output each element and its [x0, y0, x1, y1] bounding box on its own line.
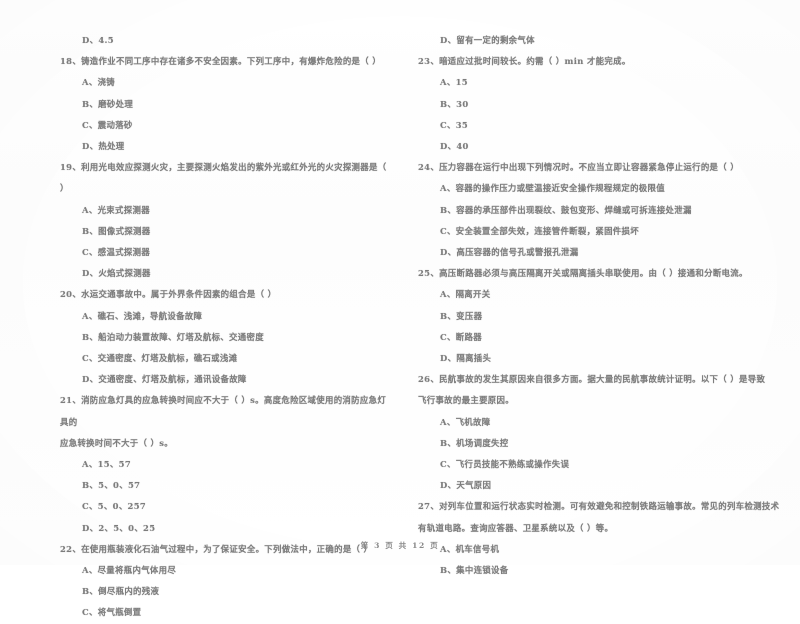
answer-option: A、礁石、浅滩，导航设备故障 — [82, 310, 203, 321]
answer-option: C、5、0、257 — [82, 501, 147, 512]
answer-option: D、留有一定的剩余气体 — [440, 35, 535, 45]
answer-option: B、变压器 — [440, 310, 483, 321]
left-column: D、4.5 18、铸造作业不同工序中存在诸多不安全因素。下列工序中，有爆炸危险的是… — [0, 0, 400, 617]
right-column: D、留有一定的剩余气体 23、暗适应过批时间较长。约需（ ）min 才能完成。 A、… — [400, 0, 800, 575]
answer-option: A、隔离开关 — [440, 289, 491, 300]
answer-option: B、5、0、57 — [82, 480, 141, 491]
answer-option: B、图像式探测器 — [82, 225, 151, 236]
answer-option: C、35 — [440, 119, 469, 130]
answer-option: C、感温式探测器 — [82, 247, 151, 258]
answer-option: C、将气瓶倒置 — [82, 607, 142, 618]
answer-option: B、倒尽瓶内的残液 — [82, 586, 160, 597]
answer-option: A、浇铸 — [82, 77, 116, 88]
question-stem: 21、消防应急灯具的应急转换时间应不大于（ ）s。高度危险区域使用的消防应急灯具… — [60, 395, 387, 427]
question-stem: 19、利用光电效应探测火灾，主要探测火焰发出的紫外光或红外光的火灾探测器是（ ） — [60, 162, 387, 194]
question-stem: 26、民航事故的发生其原因来自很多方面。据大量的民航事故统计证明。以下（ ）是导… — [418, 374, 766, 385]
two-column-body: D、4.5 18、铸造作业不同工序中存在诸多不安全因素。下列工序中，有爆炸危险的是… — [0, 0, 800, 617]
answer-option: D、热处理 — [82, 141, 125, 152]
page-canvas: D、4.5 18、铸造作业不同工序中存在诸多不安全因素。下列工序中，有爆炸危险的是… — [0, 0, 800, 617]
page-footer: 第 3 页 共 12 页 — [360, 541, 440, 550]
question-stem: 20、水运交通事故中。属于外界条件因素的组合是（ ） — [60, 289, 277, 300]
answer-option: A、光束式探测器 — [82, 204, 150, 215]
answer-option: C、安全装置全部失效，连接管件断裂，紧固件损坏 — [440, 225, 639, 236]
question-stem: 23、暗适应过批时间较长。约需（ ）min 才能完成。 — [418, 56, 631, 67]
question-stem-continuation: 有轨道电路。查询应答器、卫星系统以及（ ）等。 — [418, 522, 614, 533]
answer-option: B、30 — [440, 98, 469, 109]
answer-option: D、2、5、0、25 — [82, 522, 156, 533]
question-stem: 18、铸造作业不同工序中存在诸多不安全因素。下列工序中，有爆炸危险的是（ ） — [60, 56, 381, 67]
question-stem-continuation: 飞行事故的最主要原因。 — [418, 395, 514, 406]
question-stem: 25、高压断路器必须与高压隔离开关或隔离插头串联使用。由（ ）接通和分断电流。 — [418, 268, 748, 279]
answer-option: D、隔离插头 — [440, 353, 492, 364]
answer-option: D、火焰式探测器 — [82, 268, 151, 279]
answer-option: A、飞机故障 — [440, 416, 491, 427]
answer-option: A、15 — [440, 77, 468, 88]
answer-option: D、4.5 — [82, 35, 114, 45]
answer-option: C、飞行员技能不熟练或操作失误 — [440, 459, 570, 470]
answer-option: C、交通密度、灯塔及航标，礁石或浅滩 — [82, 353, 238, 364]
answer-option: A、15、57 — [82, 459, 132, 470]
answer-option: D、40 — [440, 141, 469, 152]
answer-option: D、高压容器的信号孔或警报孔泄漏 — [440, 247, 579, 258]
answer-option: A、尽量将瓶内气体用尽 — [82, 565, 177, 576]
question-stem: 24、压力容器在运行中出现下列情况时。不应当立即让容器紧急停止运行的是（ ） — [418, 162, 739, 173]
answer-option: B、船泊动力装置故障、灯塔及航标、交通密度 — [82, 331, 264, 342]
question-stem-continuation: 应急转换时间不大于（ ）s。 — [60, 437, 174, 448]
answer-option: C、震动落砂 — [82, 119, 133, 130]
question-stem: 27、对列车位置和运行状态实时检测。可有效避免和控制铁路运输事故。常见的列车检测… — [418, 501, 780, 512]
answer-option: C、断路器 — [440, 331, 482, 342]
answer-option: B、磨砂处理 — [82, 98, 134, 109]
answer-option: B、集中连锁设备 — [440, 565, 509, 576]
answer-option: D、天气原因 — [440, 480, 492, 491]
answer-option: D、交通密度、灯塔及航标，通讯设备故障 — [82, 374, 247, 385]
answer-option: B、容器的承压部件出现裂纹、鼓包变形、焊缝或可拆连接处泄漏 — [440, 204, 692, 215]
answer-option: A、容器的操作压力或壁温接近安全操作规程规定的极限值 — [440, 183, 665, 194]
answer-option: B、机场调度失控 — [440, 437, 509, 448]
